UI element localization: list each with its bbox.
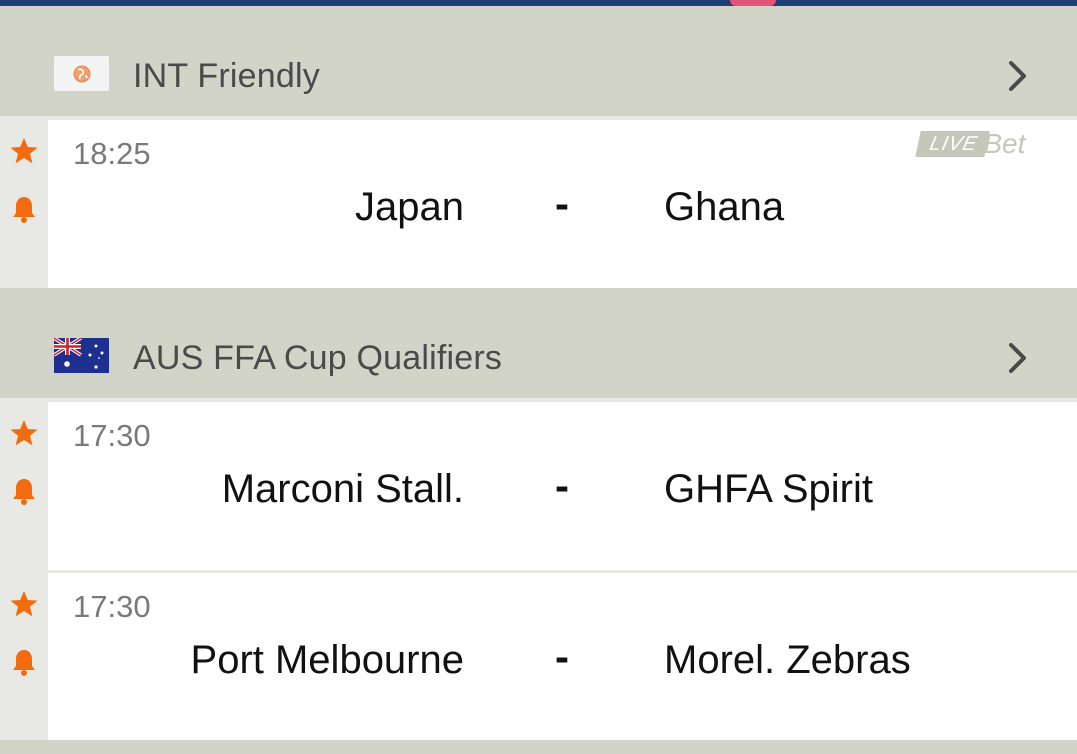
match-row-port-melbourne-morel[interactable]: 17:30 Port Melbourne - Morel. Zebras: [0, 573, 1077, 741]
bell-icon[interactable]: [11, 194, 37, 224]
australia-flag-icon: [54, 338, 109, 373]
score-separator: -: [555, 462, 569, 509]
match-gutter: [0, 120, 48, 288]
away-team: GHFA Spirit: [664, 467, 873, 511]
league-header-aus-ffa-cup[interactable]: AUS FFA Cup Qualifiers: [0, 318, 1077, 398]
live-label: LIVE: [915, 131, 991, 157]
kickoff-time: 18:25: [73, 136, 151, 171]
star-icon[interactable]: [9, 418, 39, 448]
match-gutter: [0, 402, 48, 570]
home-team: Port Melbourne: [190, 638, 464, 682]
score-separator: -: [555, 180, 569, 227]
league-header-int-friendly[interactable]: INT Friendly: [0, 36, 1077, 116]
star-icon[interactable]: [9, 136, 39, 166]
kickoff-time: 17:30: [73, 589, 151, 624]
star-icon[interactable]: [9, 589, 39, 619]
section-spacer: [0, 288, 1077, 318]
match-gutter: [0, 573, 48, 741]
live-bet-badge: LIVE Bet: [915, 128, 1025, 159]
next-section-header: [0, 740, 1077, 754]
kickoff-time: 17:30: [73, 418, 151, 453]
away-team: Morel. Zebras: [664, 638, 911, 682]
chevron-right-icon[interactable]: [1000, 58, 1036, 94]
match-row-marconi-ghfa[interactable]: 17:30 Marconi Stall. - GHFA Spirit: [0, 402, 1077, 570]
away-team: Ghana: [664, 185, 785, 229]
match-row-japan-ghana[interactable]: 18:25 LIVE Bet Japan - Ghana: [0, 120, 1077, 288]
league-name: INT Friendly: [133, 57, 320, 95]
section-spacer: [0, 6, 1077, 36]
globe-icon: [54, 56, 109, 91]
chevron-right-icon[interactable]: [1000, 340, 1036, 376]
score-separator: -: [555, 633, 569, 680]
bell-icon[interactable]: [11, 476, 37, 506]
bell-icon[interactable]: [11, 647, 37, 677]
home-team: Marconi Stall.: [221, 467, 464, 511]
home-team: Japan: [355, 185, 464, 229]
league-name: AUS FFA Cup Qualifiers: [133, 339, 503, 377]
